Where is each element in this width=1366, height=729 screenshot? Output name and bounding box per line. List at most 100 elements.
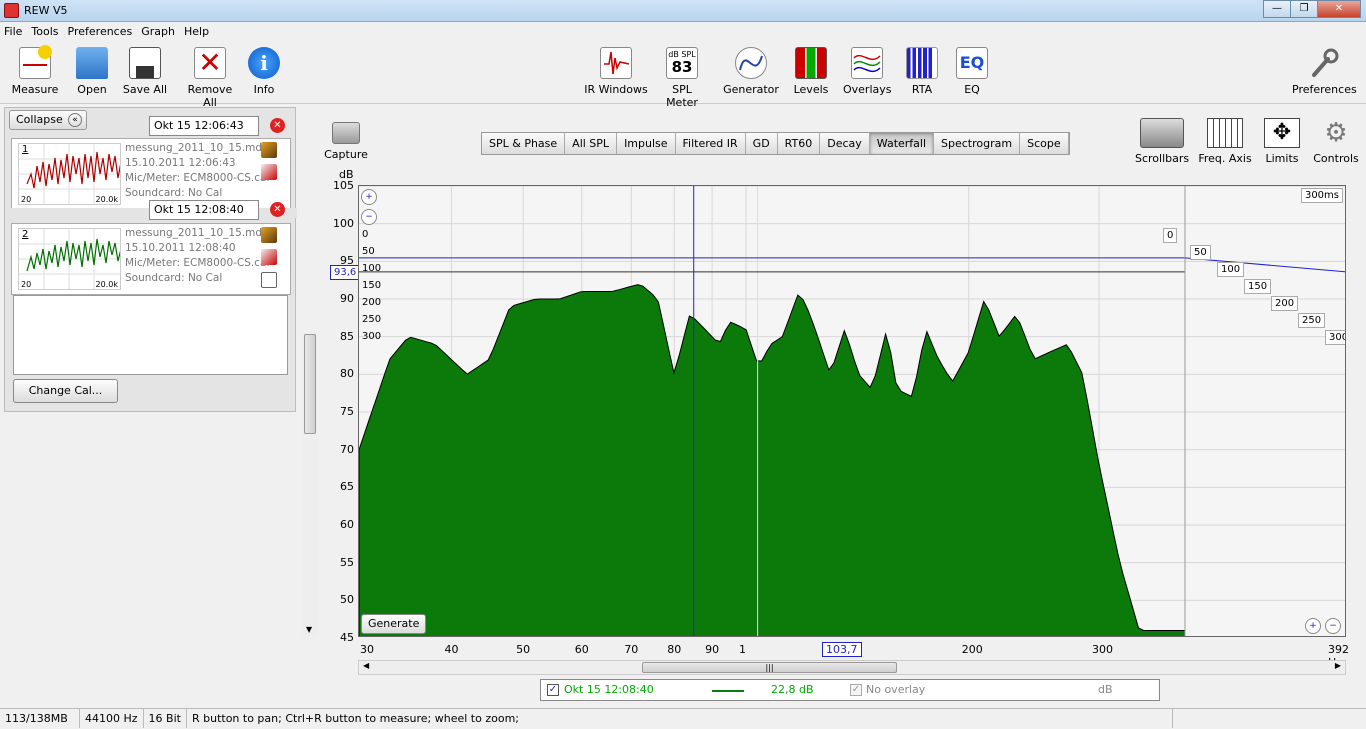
time-axis-label: 0 bbox=[362, 229, 369, 240]
measure-label: Measure bbox=[11, 83, 59, 96]
spl-meter-button[interactable]: dB SPL 83 SPL Meter bbox=[655, 47, 709, 109]
measurement-notes-area[interactable] bbox=[13, 295, 288, 375]
open-label: Open bbox=[77, 83, 107, 96]
preferences-button[interactable]: Preferences bbox=[1292, 47, 1357, 96]
overlays-button[interactable]: Overlays bbox=[843, 47, 892, 96]
x-tick-label: 300 bbox=[1092, 643, 1114, 656]
mic-icon[interactable] bbox=[261, 249, 277, 265]
window-controls: — ❐ ✕ bbox=[1263, 0, 1361, 18]
measurement-mic-2: Mic/Meter: ECM8000-CS.cal bbox=[125, 257, 270, 269]
x-tick-label: 50 bbox=[516, 643, 531, 656]
x-tick-label: 30 bbox=[360, 643, 374, 656]
limits-label: Limits bbox=[1265, 152, 1299, 165]
zoom-in-x-icon[interactable]: + bbox=[1305, 618, 1321, 634]
time-axis-side-label: 0 bbox=[1163, 228, 1178, 243]
tab-rt60[interactable]: RT60 bbox=[777, 133, 821, 154]
remove-all-label: Remove All bbox=[187, 83, 233, 109]
cal-file-icon[interactable] bbox=[261, 227, 277, 243]
tab-spectrogram[interactable]: Spectrogram bbox=[934, 133, 1021, 154]
eq-button[interactable]: EQ EQ bbox=[955, 47, 989, 96]
time-axis-label: 150 bbox=[362, 280, 382, 291]
zoom-in-icon[interactable]: + bbox=[361, 189, 377, 205]
generator-button[interactable]: Generator bbox=[722, 47, 780, 96]
time-axis-side-label: 50 bbox=[1190, 245, 1211, 260]
rta-button[interactable]: RTA bbox=[905, 47, 939, 96]
change-cal-button[interactable]: Change Cal... bbox=[13, 379, 118, 403]
maximize-button[interactable]: ❐ bbox=[1290, 0, 1318, 18]
delete-measurement-icon[interactable]: ✕ bbox=[270, 118, 285, 133]
collapse-button[interactable]: Collapse « bbox=[9, 110, 87, 130]
legend-checkbox[interactable]: ✓ bbox=[547, 684, 559, 696]
scrollbar-thumb[interactable] bbox=[304, 334, 316, 434]
scroll-right-icon[interactable]: ▶ bbox=[1335, 661, 1341, 670]
title-bar: REW V5 — ❐ ✕ bbox=[0, 0, 1366, 22]
scroll-down-icon[interactable]: ▼ bbox=[306, 625, 312, 634]
measurement-name-field-2[interactable]: Okt 15 12:08:40 bbox=[149, 200, 259, 220]
preferences-label: Preferences bbox=[1292, 83, 1357, 96]
menu-file[interactable]: File bbox=[4, 23, 22, 41]
spl-meter-label: SPL Meter bbox=[666, 83, 698, 109]
measurement-name-field-1[interactable]: Okt 15 12:06:43 bbox=[149, 116, 259, 136]
hint-status: R button to pan; Ctrl+R button to measur… bbox=[187, 709, 1173, 728]
y-tick-label: 100 bbox=[333, 216, 354, 230]
overlay-checkbox[interactable]: ✓ bbox=[850, 684, 862, 696]
limits-button[interactable]: ✥ Limits bbox=[1260, 118, 1304, 165]
rta-icon bbox=[906, 47, 938, 79]
mic-icon[interactable] bbox=[261, 164, 277, 180]
tab-gd[interactable]: GD bbox=[745, 133, 778, 154]
tab-spl-phase[interactable]: SPL & Phase bbox=[482, 133, 566, 154]
eq-icon: EQ bbox=[956, 47, 988, 79]
zoom-out-x-icon[interactable]: − bbox=[1325, 618, 1341, 634]
menu-preferences[interactable]: Preferences bbox=[68, 23, 133, 41]
info-button[interactable]: i Info bbox=[248, 47, 280, 96]
delete-measurement-icon[interactable]: ✕ bbox=[270, 202, 285, 217]
x-tick-label: 40 bbox=[444, 643, 459, 656]
notes-icon[interactable] bbox=[261, 272, 277, 288]
open-button[interactable]: Open bbox=[72, 47, 112, 96]
menu-graph[interactable]: Graph bbox=[141, 23, 175, 41]
measure-button[interactable]: Measure bbox=[10, 45, 60, 96]
measurement-card-2[interactable]: 2 20 20.0k messung_2011_10_15.mdat 15.10… bbox=[11, 223, 291, 295]
cal-file-icon[interactable] bbox=[261, 142, 277, 158]
tab-decay[interactable]: Decay bbox=[820, 133, 870, 154]
menu-help[interactable]: Help bbox=[184, 23, 209, 41]
measurement-file-2: messung_2011_10_15.mdat bbox=[125, 227, 273, 239]
generator-icon bbox=[735, 47, 767, 79]
close-button[interactable]: ✕ bbox=[1317, 0, 1361, 18]
generate-button[interactable]: Generate bbox=[361, 614, 427, 634]
tab-filtered-ir[interactable]: Filtered IR bbox=[675, 133, 746, 154]
remove-all-button[interactable]: ✕ Remove All bbox=[180, 47, 240, 109]
graph-tabs: SPL & Phase All SPL Impulse Filtered IR GD RT… bbox=[481, 132, 1070, 155]
tab-all-spl[interactable]: All SPL bbox=[565, 133, 618, 154]
freq-axis-button[interactable]: Freq. Axis bbox=[1198, 118, 1252, 165]
x-tick-label: 200 bbox=[961, 643, 983, 656]
measurement-date-2: 15.10.2011 12:08:40 bbox=[125, 242, 236, 254]
measure-icon bbox=[19, 45, 52, 79]
controls-button[interactable]: ⚙ Controls bbox=[1312, 118, 1360, 165]
waterfall-graph[interactable]: 300ms 0 50 100 150 200 250 300 0 50 100 150 200 250… bbox=[358, 185, 1346, 637]
minimize-button[interactable]: — bbox=[1263, 0, 1291, 18]
capture-button[interactable]: Capture bbox=[324, 122, 368, 161]
graph-horizontal-scrollbar[interactable]: ◀ ||| ▶ bbox=[358, 660, 1346, 675]
measurement-file-1: messung_2011_10_15.mdat bbox=[125, 142, 273, 154]
zoom-out-icon[interactable]: − bbox=[361, 209, 377, 225]
scroll-left-icon[interactable]: ◀ bbox=[363, 661, 369, 670]
y-tick-label: 50 bbox=[340, 593, 354, 607]
save-all-button[interactable]: Save All bbox=[122, 47, 168, 96]
scrollbars-button[interactable]: Scrollbars bbox=[1135, 118, 1189, 165]
time-axis-label: 300 bbox=[362, 331, 382, 342]
menu-tools[interactable]: Tools bbox=[31, 23, 58, 41]
ir-windows-button[interactable]: IR Windows bbox=[583, 47, 649, 96]
legend-value: 22,8 dB bbox=[771, 683, 814, 696]
tab-waterfall[interactable]: Waterfall bbox=[869, 133, 935, 154]
measurement-soundcard-1: Soundcard: No Cal bbox=[125, 187, 223, 199]
tab-scope[interactable]: Scope bbox=[1020, 133, 1069, 154]
tab-impulse[interactable]: Impulse bbox=[617, 133, 676, 154]
generator-label: Generator bbox=[723, 83, 779, 96]
levels-icon bbox=[795, 47, 827, 79]
legend-line bbox=[712, 690, 744, 692]
scrollbar-thumb[interactable]: ||| bbox=[642, 662, 897, 673]
panel-scrollbar[interactable]: ▼ bbox=[302, 334, 318, 636]
measurement-thumbnail-1: 1 20 20.0k bbox=[18, 143, 121, 205]
levels-button[interactable]: Levels bbox=[791, 47, 831, 96]
